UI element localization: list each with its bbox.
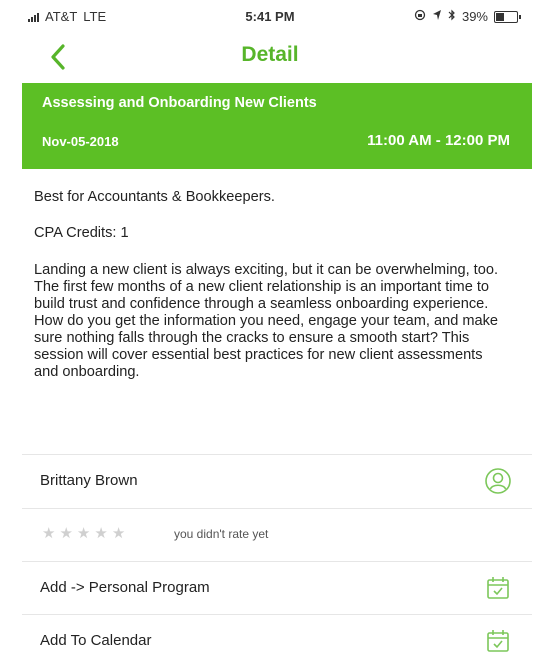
page-title: Detail: [241, 43, 299, 66]
star-icon[interactable]: ★: [42, 526, 55, 542]
status-bar: AT&T LTE 5:41 PM 39%: [0, 0, 540, 34]
add-to-calendar-row[interactable]: Add To Calendar: [22, 615, 532, 667]
bluetooth-icon: [448, 9, 456, 24]
rating-row: ★ ★ ★ ★ ★ you didn't rate yet: [22, 509, 532, 561]
star-icon[interactable]: ★: [94, 526, 107, 542]
battery-percent: 39%: [461, 9, 488, 24]
audience-text: Best for Accountants & Bookkeepers.: [34, 189, 275, 205]
event-time: 11:00 AM - 12:00 PM: [367, 132, 510, 149]
speaker-row[interactable]: Brittany Brown: [22, 455, 532, 507]
event-date: Nov-05-2018: [42, 134, 119, 149]
star-icon[interactable]: ★: [112, 526, 125, 542]
battery-level: [496, 12, 504, 21]
add-to-calendar-label: Add To Calendar: [40, 632, 152, 649]
location-icon: [432, 9, 442, 24]
nav-bar: Detail: [0, 34, 540, 80]
status-right: 39%: [414, 9, 521, 24]
add-personal-program-label: Add -> Personal Program: [40, 579, 210, 596]
user-icon[interactable]: [484, 467, 512, 495]
star-icon[interactable]: ★: [59, 526, 72, 542]
credits-text: CPA Credits: 1: [34, 225, 129, 241]
event-title: Assessing and Onboarding New Clients: [42, 95, 317, 111]
calendar-check-icon[interactable]: [484, 627, 512, 655]
event-banner: Assessing and Onboarding New Clients Nov…: [22, 83, 532, 169]
battery-icon: [494, 10, 521, 23]
star-rating[interactable]: ★ ★ ★ ★ ★: [42, 526, 125, 542]
speaker-name: Brittany Brown: [40, 472, 138, 489]
calendar-check-icon[interactable]: [484, 574, 512, 602]
star-icon[interactable]: ★: [77, 526, 90, 542]
lock-rotation-icon: [414, 9, 426, 24]
add-personal-program-row[interactable]: Add -> Personal Program: [22, 562, 532, 614]
description-text: Landing a new client is always exciting,…: [34, 262, 499, 380]
rating-status: you didn't rate yet: [174, 527, 269, 541]
